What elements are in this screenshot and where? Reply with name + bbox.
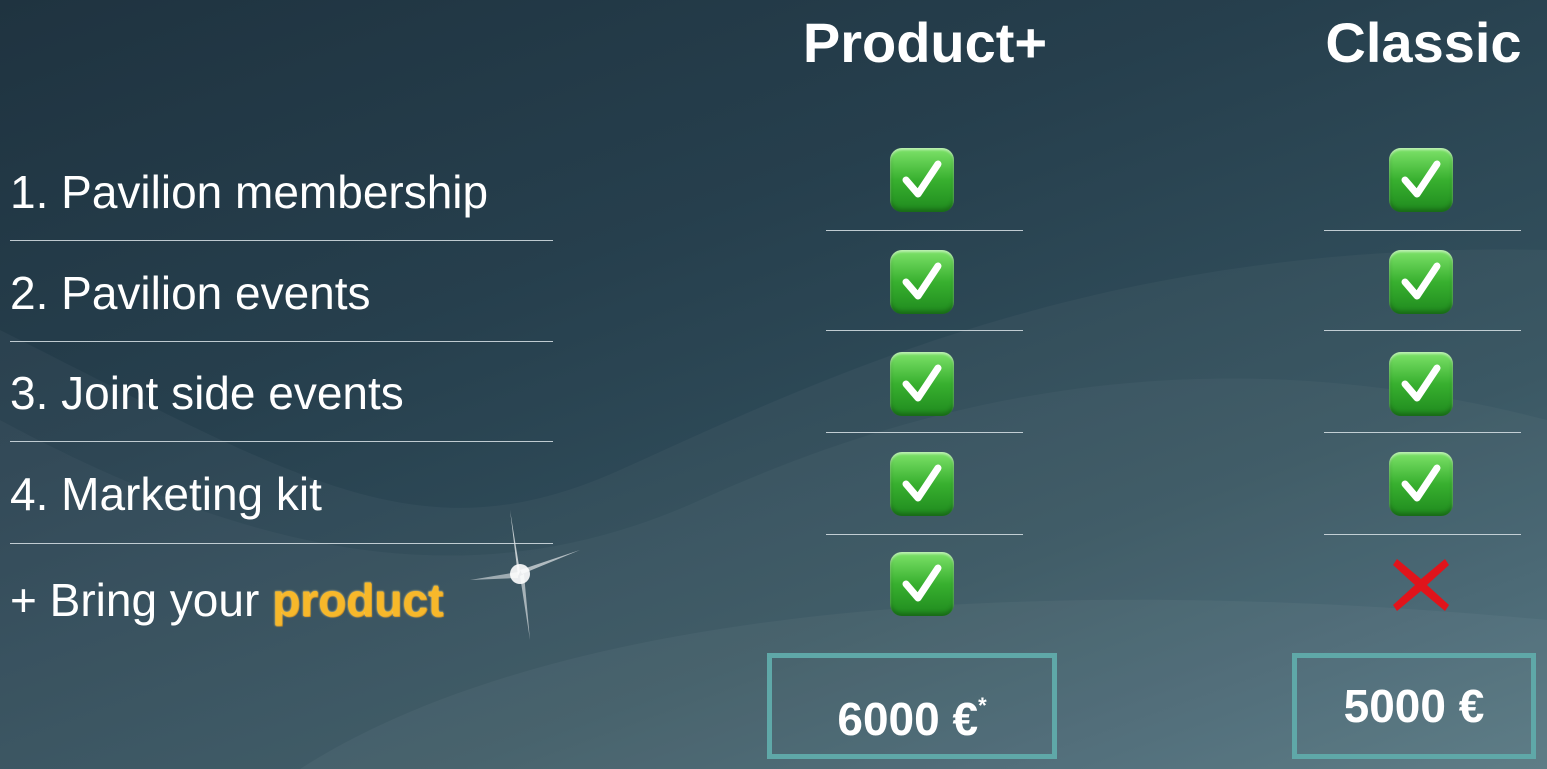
row-divider [826,330,1023,331]
check-mark-icon [890,148,954,212]
row-divider [10,240,553,241]
row-divider [10,341,553,342]
feature-label-marketing-kit: 4. Marketing kit [10,468,322,520]
bring-product-prefix: + Bring your [10,574,273,626]
check-mark-icon [890,352,954,416]
check-mark-icon [890,452,954,516]
column-header-product-plus: Product+ [802,11,1048,74]
price-classic: 5000 € [1343,680,1485,732]
feature-label-bring-product: + Bring your product [10,572,443,628]
row-divider [826,534,1023,535]
check-mark-icon [1389,148,1453,212]
check-mark-icon [1389,452,1453,516]
feature-label-joint-side-events: 3. Joint side events [10,367,404,419]
row-divider [826,230,1023,231]
feature-label-pavilion-membership: 1. Pavilion membership [10,166,489,218]
check-mark-icon [1389,352,1453,416]
row-divider [1324,534,1521,535]
row-divider [10,543,553,544]
price-box-product-plus: 6000 €* [767,653,1057,759]
row-divider [1324,432,1521,433]
check-mark-icon [890,250,954,314]
row-divider [1324,230,1521,231]
column-header-classic: Classic [1325,11,1522,74]
sparkle-icon [470,510,580,640]
row-divider [826,432,1023,433]
check-mark-icon [1389,250,1453,314]
row-divider [10,441,553,442]
check-mark-icon [890,552,954,616]
price-product-plus: 6000 € [837,693,979,745]
price-box-classic: 5000 € [1292,653,1536,759]
price-footnote-marker: * [978,693,987,718]
product-highlight: product [272,574,444,626]
cross-mark-icon [1393,559,1449,611]
feature-label-pavilion-events: 2. Pavilion events [10,267,371,319]
row-divider [1324,330,1521,331]
